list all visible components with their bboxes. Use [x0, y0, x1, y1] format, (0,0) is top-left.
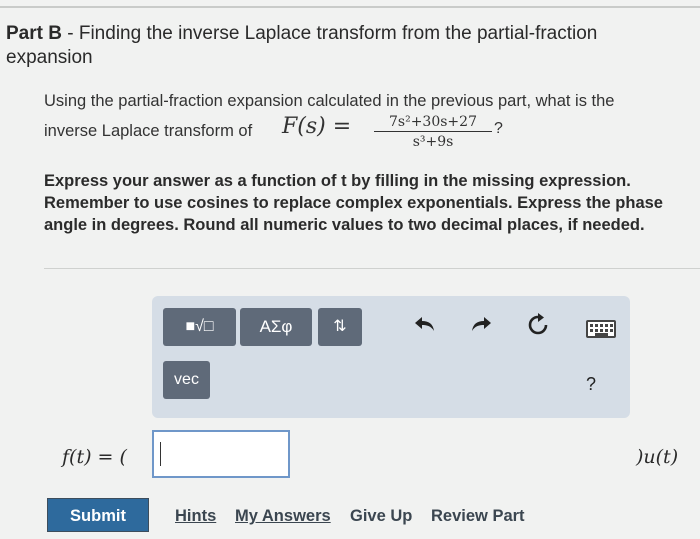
question-line-1: Using the partial-fraction expansion cal…	[44, 92, 615, 110]
answer-divider	[44, 268, 700, 269]
part-title-text: - Finding the inverse Laplace transform …	[6, 23, 598, 68]
question-prefix: inverse Laplace transform of	[44, 122, 253, 140]
undo-icon[interactable]	[414, 314, 436, 340]
text-cursor	[160, 442, 161, 466]
answer-left-label: f(t) = (	[62, 446, 127, 468]
arrows-button[interactable]: ⇅	[318, 308, 362, 346]
answer-input[interactable]	[152, 430, 290, 478]
function-label: F(s) =	[282, 114, 352, 139]
my-answers-link[interactable]: My Answers	[235, 507, 331, 526]
instructions: Express your answer as a function of t b…	[44, 172, 663, 234]
fraction: 7s²+30s+27 s³+9s	[374, 114, 492, 150]
give-up-link[interactable]: Give Up	[350, 507, 412, 526]
redo-icon[interactable]	[470, 314, 492, 340]
answer-right-label: )u(t)	[636, 446, 679, 468]
keyboard-icon[interactable]	[586, 320, 616, 338]
question-line-2: inverse Laplace transform of F(s) = 7s²+…	[44, 114, 700, 162]
part-label: Part B	[6, 23, 62, 44]
greek-symbols-button[interactable]: ΑΣφ	[240, 308, 312, 346]
fraction-denominator: s³+9s	[412, 134, 454, 150]
hints-link[interactable]: Hints	[175, 507, 216, 526]
math-toolbar: ■√□ ΑΣφ ⇅ vec ?	[152, 296, 630, 418]
vector-button[interactable]: vec	[163, 361, 210, 399]
top-divider	[0, 6, 700, 8]
templates-button[interactable]: ■√□	[163, 308, 236, 346]
fraction-numerator: 7s²+30s+27	[374, 114, 492, 132]
review-part-link[interactable]: Review Part	[431, 507, 525, 526]
part-title: Part B - Finding the inverse Laplace tra…	[6, 22, 686, 70]
question-mark: ?	[494, 120, 503, 137]
submit-button[interactable]: Submit	[47, 498, 149, 532]
reset-icon[interactable]	[526, 313, 550, 343]
help-icon[interactable]: ?	[586, 374, 596, 395]
